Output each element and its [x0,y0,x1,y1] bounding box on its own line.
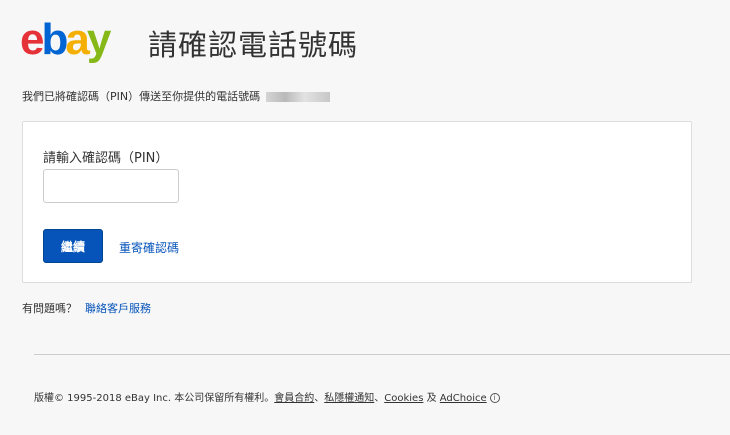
contact-customer-service-link[interactable]: 聯絡客戶服務 [85,302,151,315]
sent-message: 我們已將確認碼（PIN）傳送至你提供的電話號碼 [22,88,330,104]
pin-form-card: 請輸入確認碼（PIN） 繼續 重寄確認碼 [22,121,692,283]
logo-letter-e: e [20,15,45,64]
masked-phone-number [265,92,330,102]
privacy-notice-link[interactable]: 私隱權通知 [324,393,374,404]
ebay-logo[interactable]: ebay [20,15,112,64]
sent-message-text: 我們已將確認碼（PIN）傳送至你提供的電話號碼 [22,90,261,103]
info-icon[interactable]: i [489,393,500,403]
resend-pin-link[interactable]: 重寄確認碼 [119,239,179,256]
user-agreement-link[interactable]: 會員合約 [274,393,314,404]
page-title: 請確認電話號碼 [148,28,359,62]
footer: 版權© 1995-2018 eBay Inc. 本公司保留所有權利。會員合約、私… [34,389,500,404]
copyright-text: 版權© 1995-2018 eBay Inc. 本公司保留所有權利。 [34,393,275,404]
help-question: 有問題嗎？ [22,302,77,315]
adchoice-link[interactable]: AdChoice [440,393,487,404]
pin-label: 請輸入確認碼（PIN） [43,151,169,166]
header: ebay [20,15,112,64]
footer-and-text: 及 [423,393,440,404]
footer-separator: 、 [314,393,325,404]
pin-input[interactable] [43,169,179,203]
logo-letter-b: b [41,15,68,64]
logo-letter-a: a [65,15,90,64]
logo-letter-y: y [86,15,112,64]
footer-separator: 、 [374,393,385,404]
help-section: 有問題嗎？ 聯絡客戶服務 [22,300,151,316]
cookies-link[interactable]: Cookies [384,393,423,404]
footer-divider [34,354,730,355]
continue-button[interactable]: 繼續 [43,229,103,263]
